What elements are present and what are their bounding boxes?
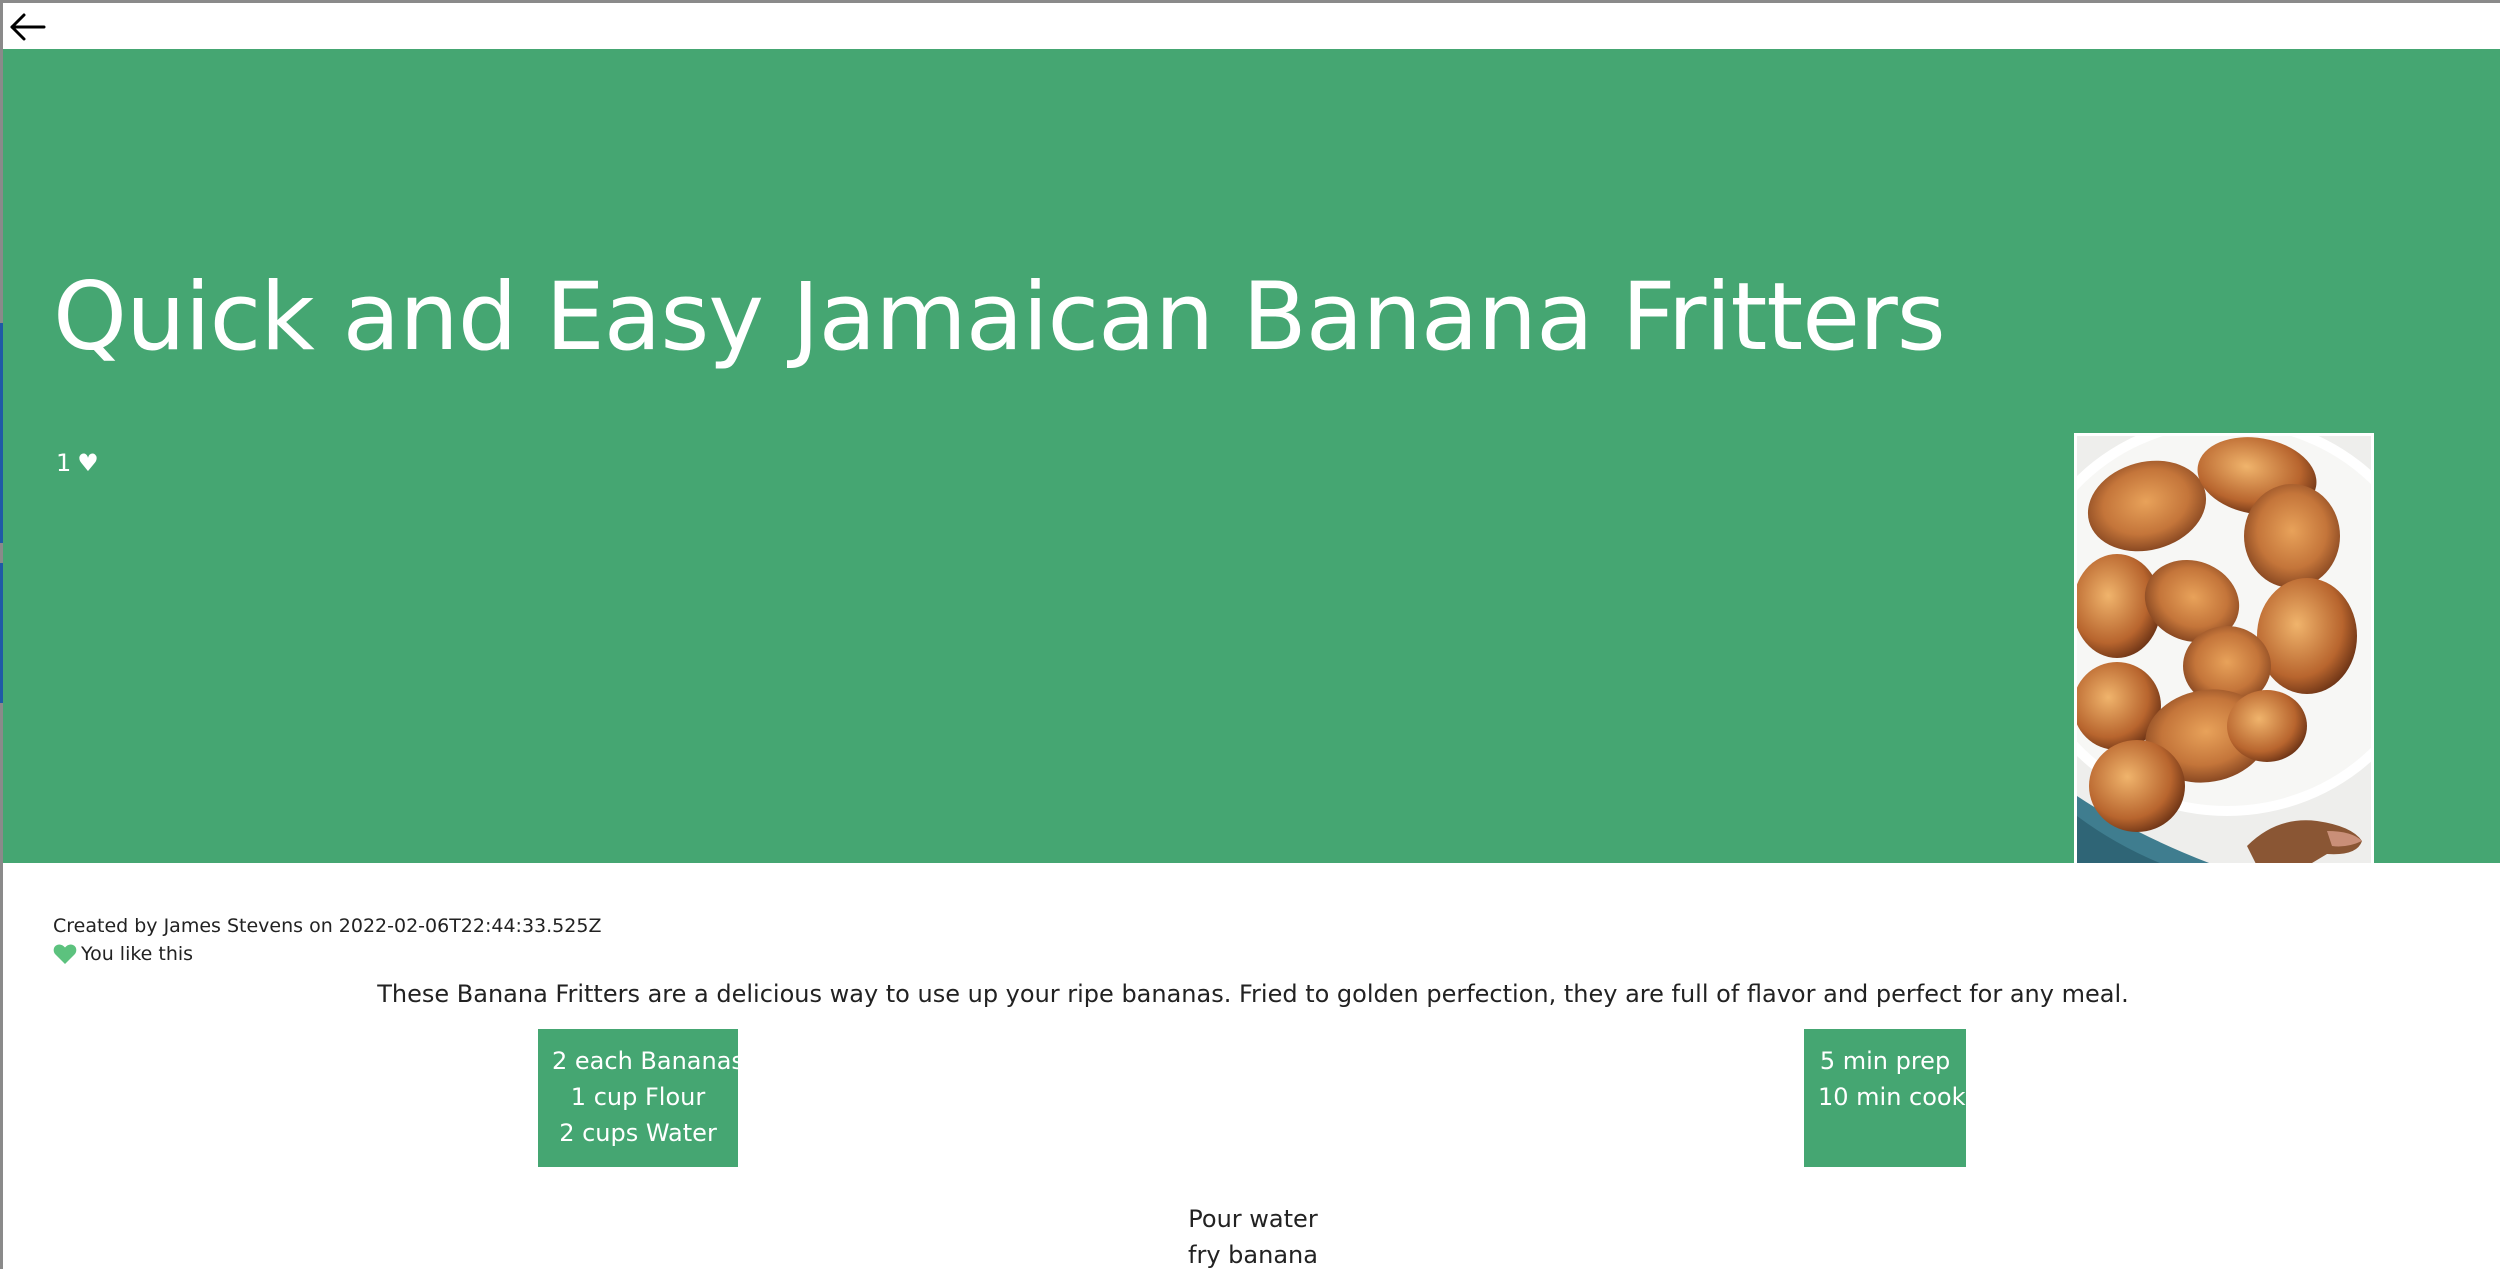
recipe-description: These Banana Fritters are a delicious wa…: [377, 980, 2129, 1008]
recipe-hero: Quick and Easy Jamaican Banana Fritters …: [3, 49, 2500, 863]
like-status-text: You like this: [81, 943, 194, 965]
like-status[interactable]: You like this: [53, 943, 193, 965]
recipe-title: Quick and Easy Jamaican Banana Fritters: [53, 263, 1946, 372]
ingredient-item: 2 each Bananas: [552, 1047, 744, 1075]
ingredients-card: 2 each Bananas 1 cup Flour 2 cups Water: [538, 1029, 744, 1167]
banana-fritters-photo: [2077, 436, 2371, 863]
cook-time: 10 min cook: [1818, 1083, 1966, 1111]
ingredient-item: 1 cup Flour: [570, 1083, 706, 1111]
times-card: 5 min prep 10 min cook: [1804, 1029, 1966, 1167]
ingredient-item: 2 cups Water: [559, 1119, 717, 1147]
arrow-left-icon: [10, 13, 46, 41]
heart-icon[interactable]: [53, 943, 77, 965]
back-button[interactable]: [7, 9, 47, 45]
step-item: Pour water: [1188, 1205, 1318, 1233]
heart-icon: ♥: [77, 449, 99, 477]
recipe-steps: Pour water fry banana: [3, 1201, 2500, 1269]
likes-counter: 1 ♥: [56, 449, 99, 477]
recipe-image: [2074, 433, 2374, 863]
recipe-details: Created by James Stevens on 2022-02-06T2…: [3, 863, 2500, 1269]
step-item: fry banana: [1188, 1241, 1318, 1269]
prep-time: 5 min prep: [1819, 1047, 1951, 1075]
likes-count: 1: [56, 449, 72, 477]
created-by-text: Created by James Stevens on 2022-02-06T2…: [53, 915, 602, 937]
app-window: Quick and Easy Jamaican Banana Fritters …: [0, 0, 2500, 1269]
top-bar: [3, 3, 2500, 49]
